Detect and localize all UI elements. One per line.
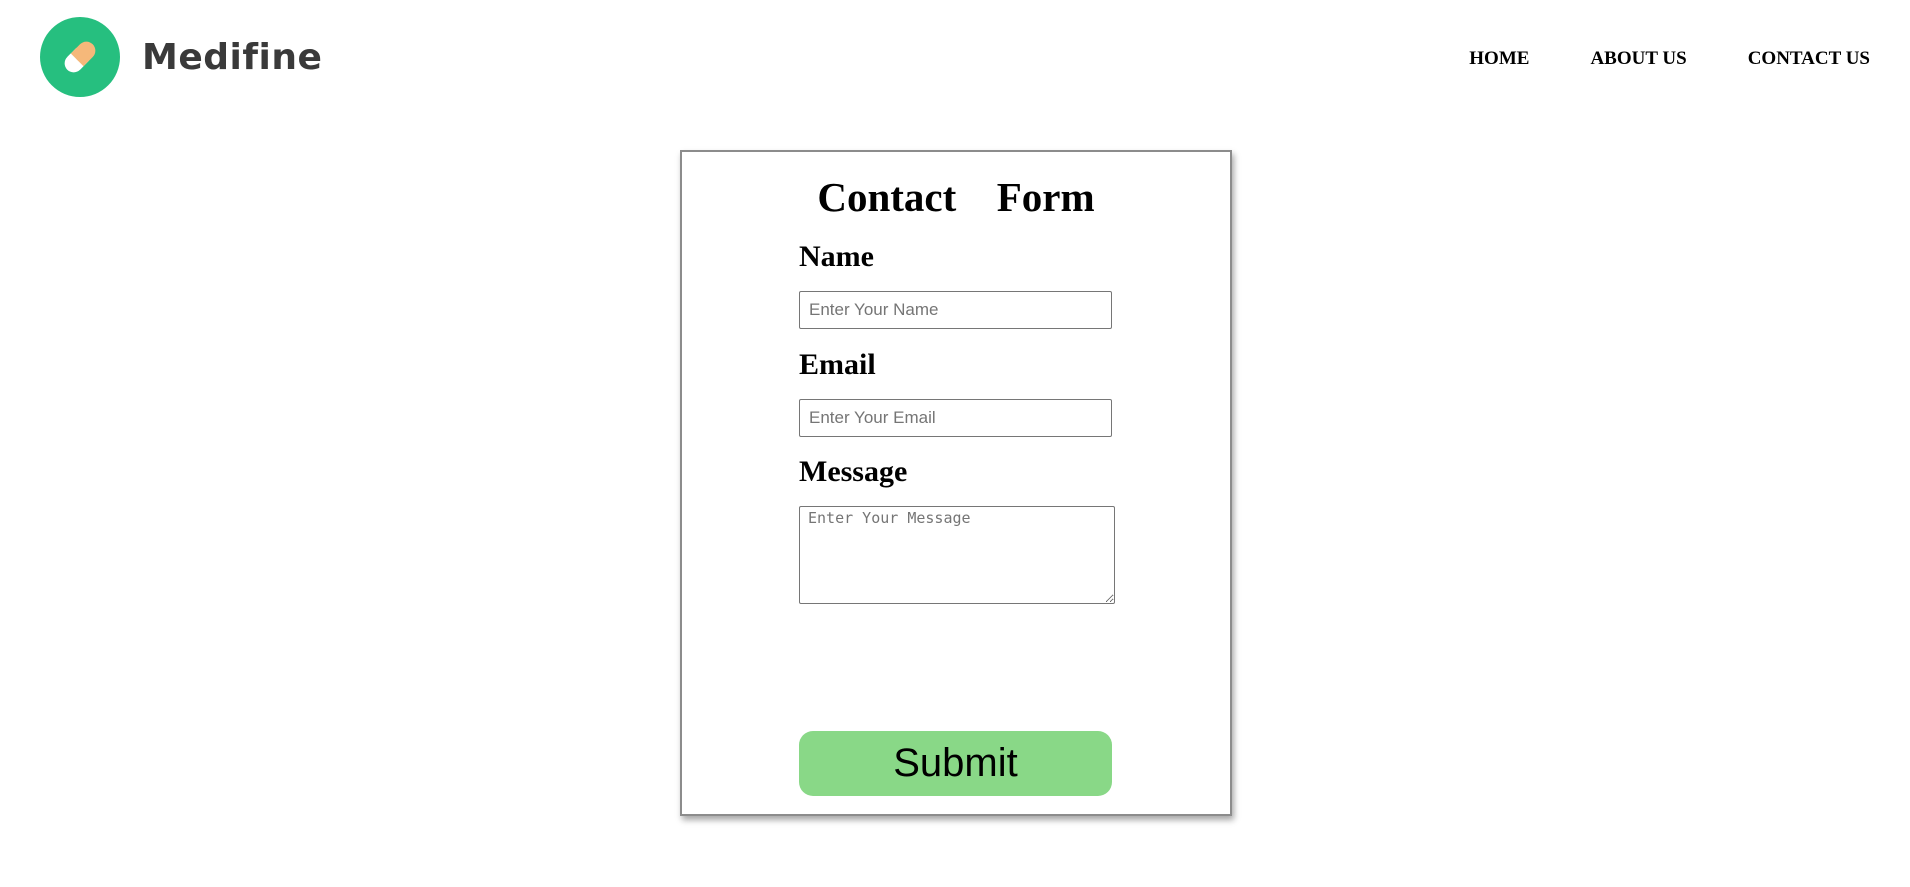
brand-logo[interactable]: Medifine [40,17,322,97]
email-label: Email [799,348,876,381]
form-title: Contact Form [817,174,1095,220]
nav-about-link[interactable]: ABOUT US [1590,48,1686,70]
main-nav: HOME ABOUT US CONTACT US [1408,48,1870,70]
name-label: Name [799,240,874,273]
nav-contact-link[interactable]: CONTACT US [1748,48,1870,70]
pill-icon-graphic [64,41,96,73]
name-input[interactable] [799,291,1112,329]
contact-form-card: Contact Form Name Email Message Submit [680,150,1232,816]
submit-button[interactable]: Submit [799,731,1112,796]
message-label: Message [799,455,908,488]
pill-icon [40,17,120,97]
email-input[interactable] [799,399,1112,437]
nav-home-link[interactable]: HOME [1469,48,1529,70]
brand-name: Medifine [142,36,323,78]
site-header: Medifine HOME ABOUT US CONTACT US [0,0,1910,118]
message-textarea[interactable] [799,506,1115,604]
